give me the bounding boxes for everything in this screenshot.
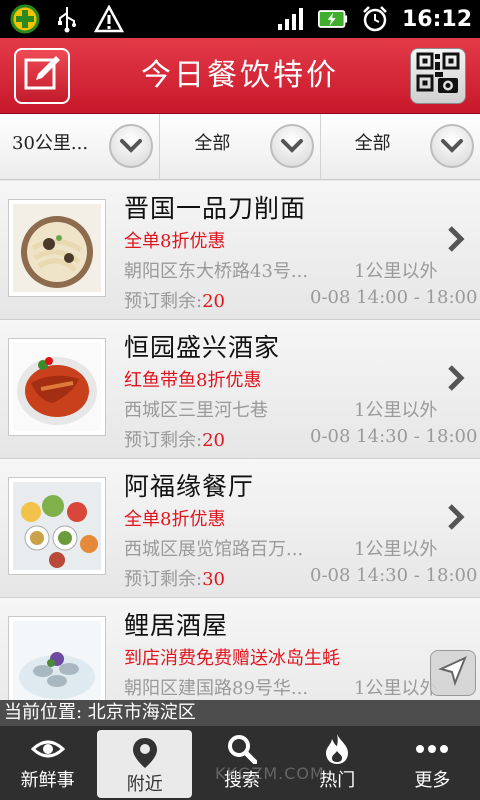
tab-hot[interactable]: 热门 [290, 726, 385, 800]
distance-filter-label: 30公里... [12, 133, 89, 154]
address: 朝阳区建国路89号华... [124, 678, 309, 699]
chevron-right-icon [446, 225, 466, 253]
time-range: 0-08 14:30 - 18:00 [310, 426, 478, 447]
remaining-count: 20 [202, 291, 225, 312]
current-location-bar: 当前位置: 北京市海淀区 [0, 700, 480, 726]
location-pin-icon [132, 738, 158, 768]
app-header: 今日餐饮特价 [0, 38, 480, 114]
signal-icon [276, 5, 306, 33]
more-dots-icon [415, 734, 449, 764]
remaining-label: 预订剩余: [124, 430, 203, 451]
add-app-icon [10, 4, 40, 34]
distance: 1公里以外 [354, 678, 438, 699]
distance: 1公里以外 [354, 539, 438, 560]
fire-icon [324, 734, 350, 764]
tab-more[interactable]: 更多 [385, 726, 480, 800]
alarm-icon [360, 5, 390, 33]
warning-icon [94, 5, 124, 33]
category-filter-label: 全部 [194, 133, 231, 154]
list-item[interactable]: 晋国一品刀削面 全单8折优惠 朝阳区东大桥路43号... 1公里以外 预订剩余:… [0, 181, 480, 320]
restaurant-name: 恒园盛兴酒家 [124, 333, 281, 362]
edit-button[interactable] [14, 48, 70, 104]
promo-text: 全单8折优惠 [124, 509, 226, 530]
address: 西城区展览馆路百万... [124, 539, 304, 560]
tab-news[interactable]: 新鲜事 [0, 726, 95, 800]
qr-scan-icon [414, 50, 462, 102]
filter-bar: 30公里... 全部 全部 [0, 114, 480, 180]
promo-text: 全单8折优惠 [124, 231, 226, 252]
qr-scan-button[interactable] [410, 48, 466, 104]
chevron-down-icon[interactable] [269, 124, 314, 168]
promo-text: 到店消费免费赠送冰岛生蚝 [124, 648, 340, 669]
distance-filter[interactable]: 30公里... [0, 114, 161, 179]
eye-icon [30, 734, 65, 764]
restaurant-list: 晋国一品刀削面 全单8折优惠 朝阳区东大桥路43号... 1公里以外 预订剩余:… [0, 181, 480, 701]
bottom-tab-bar: 新鲜事 附近 搜索 热门 更多 [0, 726, 480, 800]
navigation-arrow-icon [437, 655, 469, 691]
sort-filter[interactable]: 全部 [321, 114, 480, 179]
sort-filter-label: 全部 [354, 133, 391, 154]
list-item[interactable]: 鲤居酒屋 到店消费免费赠送冰岛生蚝 朝阳区建国路89号华... 1公里以外 [0, 598, 480, 701]
remaining: 预订剩余:20 [124, 287, 225, 313]
tab-label: 更多 [414, 770, 451, 791]
status-bar: 16:12 [0, 0, 480, 38]
remaining-label: 预订剩余: [124, 569, 203, 590]
navigate-button[interactable] [430, 650, 476, 696]
address: 朝阳区东大桥路43号... [124, 261, 309, 282]
restaurant-name: 晋国一品刀削面 [124, 194, 307, 223]
watermark: KKGZM.COM [215, 764, 325, 783]
current-location-text: 当前位置: 北京市海淀区 [4, 702, 196, 723]
restaurant-name: 鲤居酒屋 [124, 611, 229, 640]
remaining: 预订剩余:30 [124, 565, 225, 591]
battery-icon [317, 5, 348, 33]
list-item[interactable]: 阿福缘餐厅 全单8折优惠 西城区展览馆路百万... 1公里以外 预订剩余:30 … [0, 459, 480, 598]
remaining-count: 20 [202, 430, 225, 451]
time-range: 0-08 14:00 - 18:00 [310, 287, 478, 308]
chevron-right-icon [446, 364, 466, 392]
chevron-right-icon [446, 503, 466, 531]
tab-label: 新鲜事 [20, 770, 75, 791]
dish-photo [8, 477, 106, 575]
clock: 16:12 [401, 6, 472, 32]
distance: 1公里以外 [354, 261, 438, 282]
dish-photo [8, 616, 106, 701]
page-title: 今日餐饮特价 [141, 58, 339, 93]
category-filter[interactable]: 全部 [160, 114, 321, 179]
remaining: 预订剩余:20 [124, 426, 225, 452]
tab-search[interactable]: 搜索 [194, 726, 289, 800]
dish-photo [8, 199, 106, 297]
time-range: 0-08 14:30 - 18:00 [310, 565, 478, 586]
chevron-down-icon[interactable] [429, 124, 474, 168]
address: 西城区三里河七巷 [124, 400, 268, 421]
distance: 1公里以外 [354, 400, 438, 421]
tab-label: 附近 [126, 774, 163, 795]
dish-photo [8, 338, 106, 436]
tab-nearby[interactable]: 附近 [97, 730, 193, 798]
promo-text: 红鱼带鱼8折优惠 [124, 370, 262, 391]
usb-icon [52, 5, 82, 33]
chevron-down-icon[interactable] [109, 124, 154, 168]
remaining-label: 预订剩余: [124, 291, 203, 312]
restaurant-name: 阿福缘餐厅 [124, 472, 255, 501]
remaining-count: 30 [202, 569, 225, 590]
edit-icon [22, 54, 62, 98]
list-item[interactable]: 恒园盛兴酒家 红鱼带鱼8折优惠 西城区三里河七巷 1公里以外 预订剩余:20 0… [0, 320, 480, 459]
search-icon [227, 734, 257, 764]
